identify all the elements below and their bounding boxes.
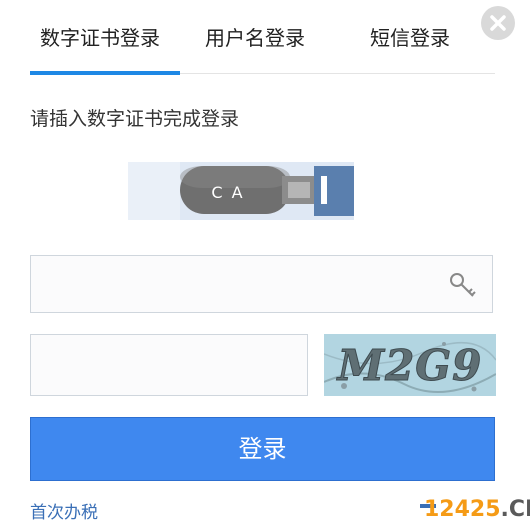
active-tab-indicator xyxy=(30,71,180,75)
pin-field xyxy=(30,255,493,313)
close-button[interactable] xyxy=(481,6,515,40)
watermark-suffix: .CN xyxy=(500,497,530,522)
close-icon xyxy=(490,15,506,31)
captcha-image[interactable]: M2G9 xyxy=(324,334,496,396)
ca-label: C A xyxy=(211,183,244,202)
login-tabs: 数字证书登录 用户名登录 短信登录 xyxy=(30,0,495,75)
login-button[interactable]: 登录 xyxy=(30,417,495,481)
captcha-text: M2G9 xyxy=(336,341,483,390)
captcha-input[interactable] xyxy=(30,334,308,396)
pin-input[interactable] xyxy=(31,256,441,312)
tab-sms-login[interactable]: 短信登录 xyxy=(370,22,450,51)
tab-certificate-login[interactable]: 数字证书登录 xyxy=(40,22,160,51)
site-watermark: 12425.CN xyxy=(424,497,530,522)
key-icon xyxy=(450,273,476,297)
usb-key-icon: C A xyxy=(128,162,354,220)
insert-certificate-prompt: 请插入数字证书完成登录 xyxy=(30,108,240,130)
tab-username-login[interactable]: 用户名登录 xyxy=(205,22,305,51)
watermark-number: 12425 xyxy=(424,497,501,522)
first-time-tax-link[interactable]: 首次办税 xyxy=(30,498,98,523)
